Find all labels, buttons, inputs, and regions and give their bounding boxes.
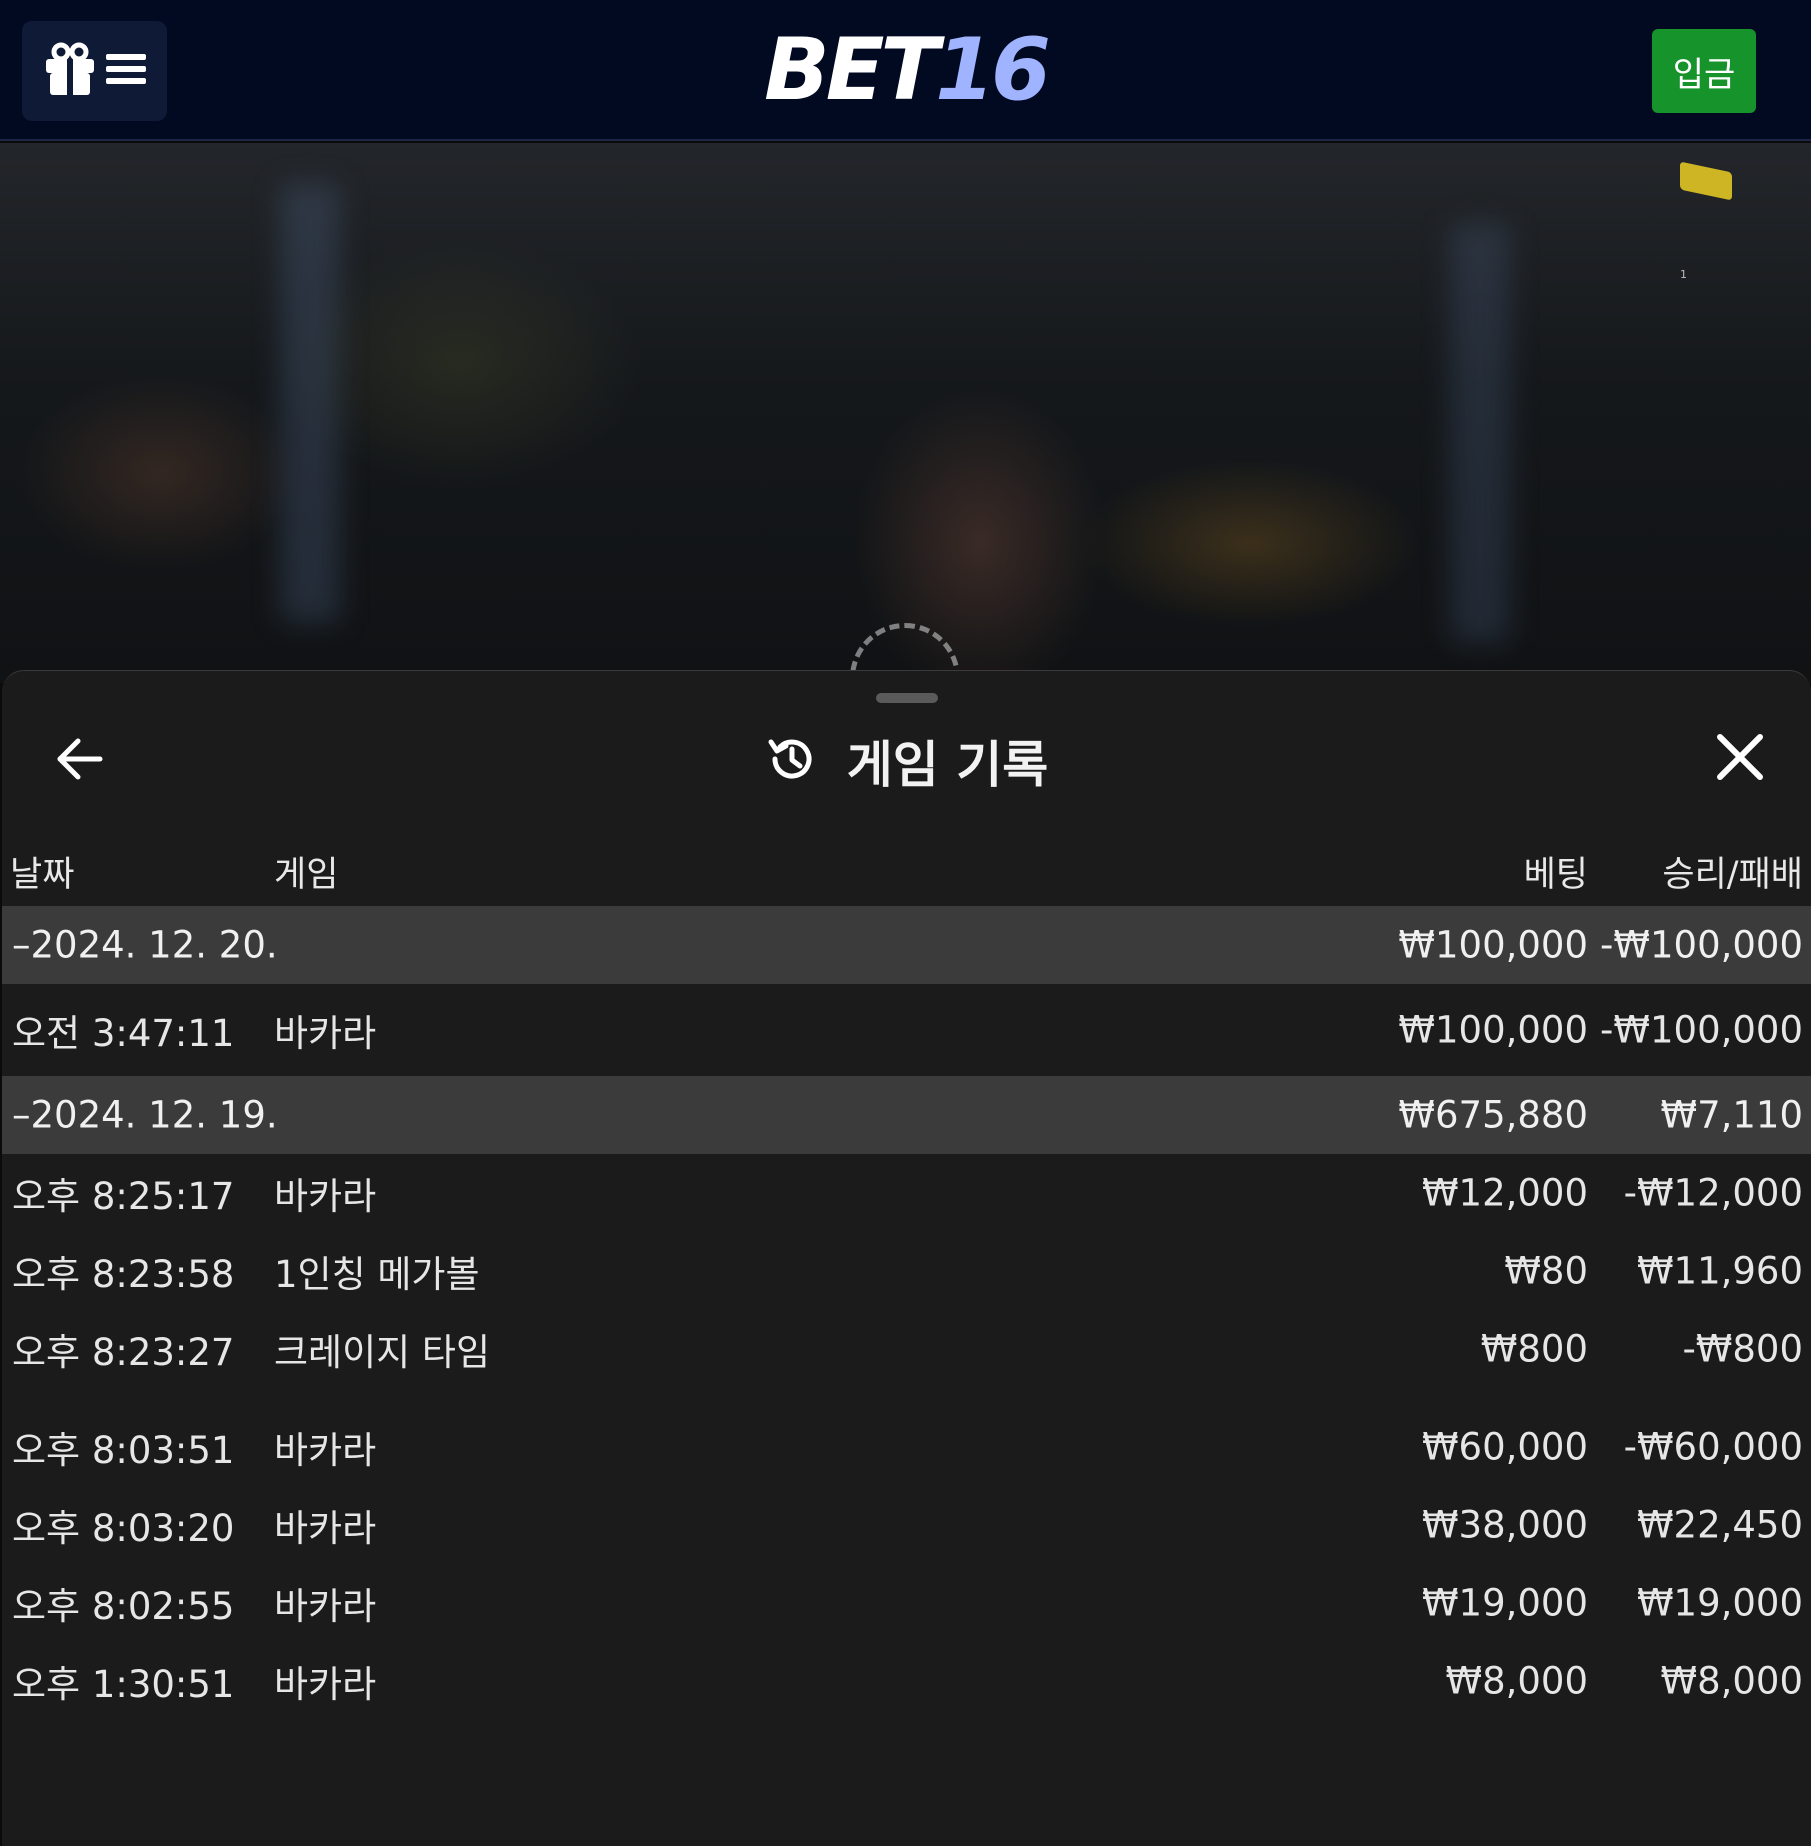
row-time: 오후 8:03:20 <box>12 1507 235 1550</box>
row-result: -₩800 <box>1682 1327 1803 1371</box>
history-row[interactable]: 오후 8:23:58 1인칭 메가볼 ₩80 ₩11,960 <box>2 1232 1811 1310</box>
row-time: 오후 8:25:17 <box>12 1175 235 1218</box>
history-row[interactable]: 오전 3:47:11 바카라 ₩100,000 -₩100,000 <box>2 984 1811 1076</box>
column-header-game: 게임 <box>274 855 339 895</box>
row-bet: ₩8,000 <box>1445 1659 1588 1703</box>
history-icon <box>765 732 819 790</box>
sheet-drag-handle[interactable] <box>876 693 938 703</box>
row-game: 바카라 <box>274 1429 377 1472</box>
row-result: ₩19,000 <box>1636 1581 1803 1625</box>
game-history-sheet: 게임 기록 날짜 게임 베팅 승리/패배 –2024. 12. 20. ₩100… <box>2 670 1811 1846</box>
row-time: 오후 8:02:55 <box>12 1585 235 1628</box>
history-table-header: 날짜 게임 베팅 승리/패배 <box>2 846 1811 906</box>
row-time: 오후 8:23:58 <box>12 1253 235 1296</box>
history-row[interactable]: 오후 1:30:51 바카라 ₩8,000 ₩8,000 <box>2 1642 1811 1708</box>
history-table-body[interactable]: –2024. 12. 20. ₩100,000 -₩100,000 오전 3:4… <box>2 906 1811 1408</box>
group-bet-total: ₩100,000 <box>1398 923 1588 967</box>
row-game: 바카라 <box>274 1507 377 1550</box>
row-game: 바카라 <box>274 1012 377 1055</box>
logo-text-number: 16 <box>935 20 1051 120</box>
column-header-bet: 베팅 <box>1523 855 1588 895</box>
history-row[interactable]: 오후 8:25:17 바카라 ₩12,000 -₩12,000 <box>2 1154 1811 1232</box>
row-result: ₩22,450 <box>1636 1503 1803 1547</box>
sheet-title: 게임 기록 <box>846 736 1049 794</box>
group-result-total: ₩7,110 <box>1660 1093 1803 1137</box>
row-result: ₩11,960 <box>1636 1249 1803 1293</box>
row-result: ₩8,000 <box>1660 1659 1803 1703</box>
date-group-row[interactable]: –2024. 12. 20. ₩100,000 -₩100,000 <box>2 906 1811 984</box>
column-header-result: 승리/패배 <box>1662 855 1803 895</box>
row-result: -₩12,000 <box>1623 1171 1803 1215</box>
row-time: 오후 8:23:27 <box>12 1331 235 1374</box>
video-blur-shape <box>280 183 340 623</box>
history-row[interactable]: 오후 8:03:20 바카라 ₩38,000 ₩22,450 <box>2 1486 1811 1564</box>
history-table-body-continued[interactable]: 오후 8:03:51 바카라 ₩60,000 -₩60,000 오후 8:03:… <box>2 1408 1811 1708</box>
video-blur-shape <box>1450 223 1510 643</box>
row-time: 오후 8:03:51 <box>12 1429 235 1472</box>
top-bar: BET16 입금 <box>0 0 1811 141</box>
row-bet: ₩38,000 <box>1421 1503 1588 1547</box>
video-corner-mark: 1 <box>1680 268 1687 281</box>
group-result-total: -₩100,000 <box>1600 923 1803 967</box>
history-row[interactable]: 오후 8:03:51 바카라 ₩60,000 -₩60,000 <box>2 1408 1811 1486</box>
row-game: 1인칭 메가볼 <box>274 1253 480 1296</box>
brand-logo[interactable]: BET16 <box>0 22 1811 118</box>
row-game: 바카라 <box>274 1175 377 1218</box>
row-game: 바카라 <box>274 1585 377 1628</box>
close-button[interactable] <box>1712 729 1768 785</box>
row-bet: ₩12,000 <box>1421 1171 1588 1215</box>
group-date: –2024. 12. 20. <box>12 923 278 967</box>
sheet-header: 게임 기록 <box>2 726 1811 796</box>
row-time: 오전 3:47:11 <box>12 1012 235 1055</box>
row-bet: ₩19,000 <box>1421 1581 1588 1625</box>
row-game: 크레이지 타임 <box>274 1331 491 1374</box>
row-bet: ₩800 <box>1480 1327 1588 1371</box>
history-row[interactable]: 오후 8:23:27 크레이지 타임 ₩800 -₩800 <box>2 1310 1811 1388</box>
row-time: 오후 1:30:51 <box>12 1663 235 1706</box>
deposit-button[interactable]: 입금 <box>1652 29 1756 113</box>
close-icon <box>1717 734 1763 780</box>
live-video-stream: 1 <box>0 143 1811 683</box>
row-result: -₩100,000 <box>1600 1008 1803 1052</box>
row-game: 바카라 <box>274 1663 377 1706</box>
group-bet-total: ₩675,880 <box>1398 1093 1588 1137</box>
row-bet: ₩60,000 <box>1421 1425 1588 1469</box>
logo-text-main: BET <box>764 20 939 120</box>
date-group-row[interactable]: –2024. 12. 19. ₩675,880 ₩7,110 <box>2 1076 1811 1154</box>
row-bet: ₩100,000 <box>1398 1008 1588 1052</box>
row-bet: ₩80 <box>1504 1249 1588 1293</box>
flag-icon <box>1680 161 1732 201</box>
history-row[interactable]: 오후 8:02:55 바카라 ₩19,000 ₩19,000 <box>2 1564 1811 1642</box>
column-header-date: 날짜 <box>10 855 75 895</box>
row-result: -₩60,000 <box>1623 1425 1803 1469</box>
group-date: –2024. 12. 19. <box>12 1093 278 1137</box>
